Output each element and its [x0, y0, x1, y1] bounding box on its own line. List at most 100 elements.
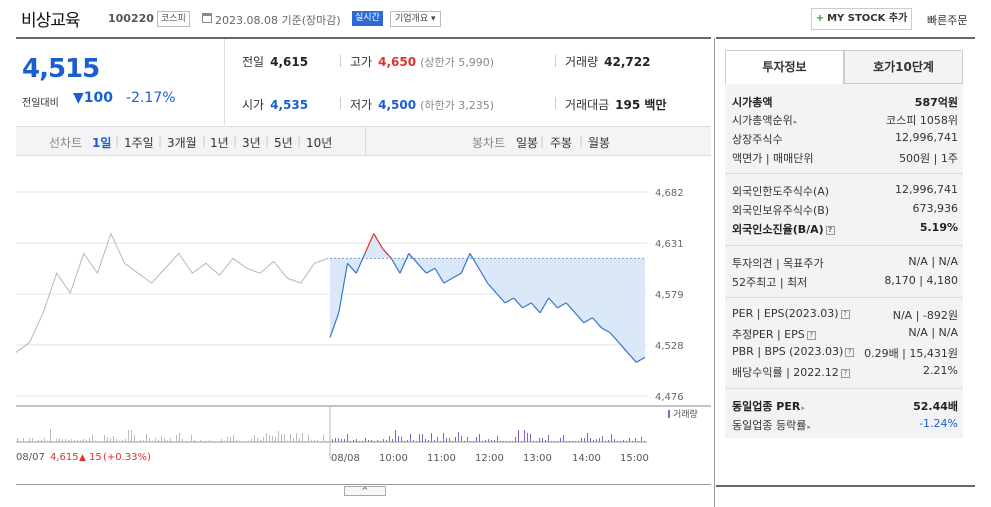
volume-bar: [641, 437, 642, 442]
market-badge: 코스피: [157, 11, 190, 27]
range-1day[interactable]: 1일: [92, 134, 111, 151]
realtime-badge[interactable]: 실시간: [352, 11, 383, 26]
volume-bar: [626, 441, 627, 442]
volume-bar: [92, 435, 93, 442]
volume-bar: [248, 441, 249, 442]
range-1year[interactable]: 1년: [210, 134, 229, 151]
volume-bar: [455, 437, 456, 442]
range-10year[interactable]: 10년: [306, 134, 332, 151]
help-icon[interactable]: ?: [840, 309, 850, 319]
volume-bar: [230, 437, 231, 442]
volume-bar: [71, 439, 72, 442]
volume-bar: [392, 439, 393, 442]
volume-bar: [464, 441, 465, 442]
range-5year[interactable]: 5년: [274, 134, 293, 151]
volume-bar: [416, 441, 417, 442]
stock-header: 비상교육 100220 코스피 2023.08.08 기준(장마감) 실시간 기…: [0, 0, 991, 36]
line-chart-label: 선차트: [49, 136, 83, 150]
info-key: 외국인소진율(B/A)?: [732, 221, 835, 237]
volume-bar: [32, 438, 33, 442]
volume-bar: [155, 438, 156, 442]
volume-bar: [227, 437, 228, 442]
collapse-chart-button[interactable]: ^: [344, 486, 386, 496]
volume-bar: [428, 440, 429, 442]
volume-bar: [599, 438, 600, 442]
volume-bar: [218, 441, 219, 442]
candle-week[interactable]: 주봉: [550, 134, 572, 151]
info-key-text: PBR | BPS (2023.03): [732, 345, 844, 358]
volume-bar: [59, 438, 60, 442]
candle-month[interactable]: 월봉: [588, 134, 610, 151]
volume-bar: [110, 438, 111, 442]
volume-bar: [443, 433, 444, 442]
volume-bar: [524, 430, 525, 442]
volume-bar: [395, 430, 396, 442]
volume-bar: [335, 438, 336, 442]
volume-bar: [128, 430, 129, 442]
info-row[interactable]: 동일업종 PER▸ 52.44배: [732, 398, 958, 416]
volume-bar: [644, 441, 645, 442]
volume-bar: [578, 441, 579, 442]
volume-bar: [188, 441, 189, 442]
info-key-text: 동일업종 등락률: [732, 419, 807, 432]
volume-bar: [206, 441, 207, 442]
help-icon[interactable]: ?: [840, 368, 850, 378]
volume-bar: [284, 434, 285, 442]
company-overview-button[interactable]: 기업개요 ▾: [390, 11, 441, 27]
volume-bar: [17, 438, 18, 442]
tab-investment-info[interactable]: 투자정보: [725, 50, 844, 84]
stat-low: 저가 4,500 (하한가 3,235): [350, 96, 494, 113]
volume-bar: [119, 441, 120, 442]
y-tick-label: 4,631: [655, 239, 684, 250]
help-icon[interactable]: ?: [845, 347, 855, 357]
volume-bar: [383, 439, 384, 442]
volume-bar: [581, 438, 582, 442]
info-row[interactable]: 동일업종 등락률▸ -1.24%: [732, 417, 958, 435]
panel-body: 시가총액 587억원 시가총액순위▸ 코스피 1058위 상장주식수 12,996,7…: [725, 84, 963, 438]
quick-order-link[interactable]: 빠른주문: [927, 12, 967, 28]
volume-bar: [476, 437, 477, 442]
stat-prev-close: 전일 4,615: [242, 53, 308, 70]
volume-bar: [245, 441, 246, 442]
volume-bar: [41, 440, 42, 442]
info-key-text: PER | EPS(2023.03): [732, 307, 839, 320]
volume-bar: [617, 441, 618, 442]
volume-bar: [224, 441, 225, 442]
volume-bar: [437, 437, 438, 442]
volume-bar: [326, 441, 327, 442]
volume-bar: [623, 440, 624, 442]
info-value: 587억원: [914, 96, 958, 109]
volume-bar: [347, 434, 348, 442]
volume-bar: [380, 441, 381, 442]
volume-bar: [203, 441, 204, 442]
mystock-add-button[interactable]: + MY STOCK 추가: [811, 8, 912, 30]
range-3year[interactable]: 3년: [242, 134, 261, 151]
info-key: 투자의견 | 목표주가: [732, 257, 824, 270]
help-icon[interactable]: ?: [825, 225, 835, 235]
volume-bar: [113, 436, 114, 442]
help-icon[interactable]: ?: [806, 330, 816, 340]
info-separator: [725, 297, 963, 298]
volume-bar: [74, 440, 75, 442]
y-tick-label: 4,476: [655, 392, 684, 403]
range-1week[interactable]: 1주일: [124, 134, 154, 151]
arrow-right-icon: ▸: [793, 118, 798, 126]
info-key: PER | EPS(2023.03)?: [732, 307, 850, 320]
info-row[interactable]: 시가총액순위▸ 코스피 1058위: [732, 112, 958, 130]
range-3month[interactable]: 3개월: [167, 134, 197, 151]
volume-bar: [317, 440, 318, 442]
stat-sep: [340, 97, 341, 109]
open-value: 4,535: [270, 98, 309, 112]
volume-bar: [278, 431, 279, 442]
range-sep: |: [265, 134, 270, 148]
chevron-down-icon: ▾: [431, 14, 436, 24]
volume-bar: [431, 433, 432, 442]
candle-chart-label: 봉차트: [472, 136, 506, 150]
candle-day[interactable]: 일봉: [516, 134, 538, 151]
amount-value: 195 백만: [615, 98, 667, 112]
info-key: 상장주식수: [732, 133, 783, 146]
volume-bar: [83, 439, 84, 442]
volume-bar: [287, 441, 288, 442]
tab-order-book[interactable]: 호가10단계: [844, 50, 963, 84]
volume-bar: [449, 438, 450, 442]
